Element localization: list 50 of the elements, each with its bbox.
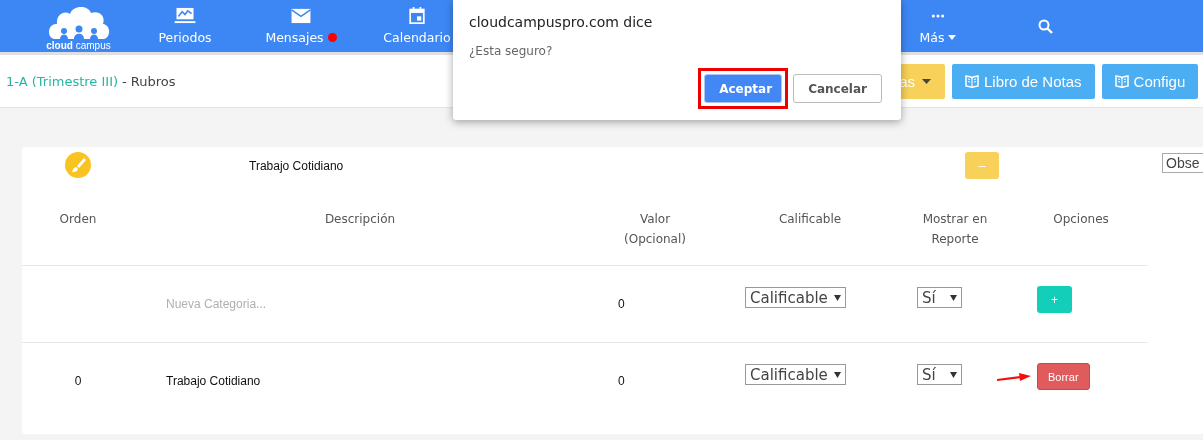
column-header: Calificable [778, 211, 842, 228]
add-button[interactable]: + [1037, 286, 1072, 313]
column-header: Descripción [324, 211, 396, 228]
nav-item[interactable]: Mensajes [243, 0, 359, 45]
column-header: Valor (Opcional) [623, 211, 687, 248]
chart-icon [174, 7, 196, 24]
report-select[interactable]: Sí [917, 364, 962, 385]
grading-select[interactable]: Calificable [745, 364, 846, 385]
order-cell: 0 [74, 374, 82, 388]
value-cell: 0 [618, 297, 625, 311]
nav-label: Calendario [383, 30, 451, 45]
column-header: Mostrar en Reporte [921, 211, 989, 248]
toolbar-button[interactable]: Configu [1101, 63, 1199, 99]
search-icon[interactable] [1038, 19, 1053, 34]
description-input[interactable]: Nueva Categoria... [166, 297, 366, 311]
caret-icon [833, 294, 841, 301]
observation-select[interactable]: Obse [1162, 153, 1203, 173]
nav-label: Más [919, 30, 945, 45]
category-title: Trabajo Cotidiano [249, 159, 344, 173]
caret-icon [948, 35, 957, 40]
breadcrumb-current: Rubros [130, 73, 176, 89]
calendar-icon [407, 7, 427, 24]
dialog-message: ¿Esta seguro? [469, 44, 554, 58]
caret-icon [949, 371, 957, 378]
breadcrumb-separator: - [122, 73, 127, 89]
description-cell: Trabajo Cotidiano [166, 374, 261, 388]
toolbar-button[interactable]: Libro de Notas [952, 63, 1095, 99]
caret-icon [922, 78, 931, 84]
cloud-logo-icon[interactable] [47, 5, 110, 39]
nav-label: Mensajes [265, 30, 324, 45]
column-header: Opciones [1053, 211, 1109, 228]
envelope-icon [290, 7, 312, 24]
brush-icon [65, 152, 91, 178]
logo-text: cloud campus [46, 40, 111, 51]
dialog-button[interactable]: Aceptar [704, 74, 783, 103]
value-cell: 0 [618, 374, 625, 388]
dialog-title: cloudcampuspro.com dice [469, 14, 654, 30]
report-select[interactable]: Sí [917, 287, 962, 308]
book-icon [965, 74, 979, 88]
nav-item[interactable]: Periodos [127, 0, 243, 45]
breadcrumb-link[interactable]: 1-A (Trimestre III) [6, 73, 119, 89]
caret-icon [833, 371, 841, 378]
column-header: Orden [59, 211, 97, 228]
caret-icon [949, 294, 957, 301]
grading-select[interactable]: Calificable [745, 287, 846, 308]
delete-button[interactable]: Borrar [1037, 363, 1090, 390]
more-menu[interactable]: Más [880, 0, 996, 45]
book-icon [1114, 74, 1129, 88]
nav-label: Periodos [158, 30, 212, 45]
dialog-button[interactable]: Cancelar [793, 74, 882, 103]
